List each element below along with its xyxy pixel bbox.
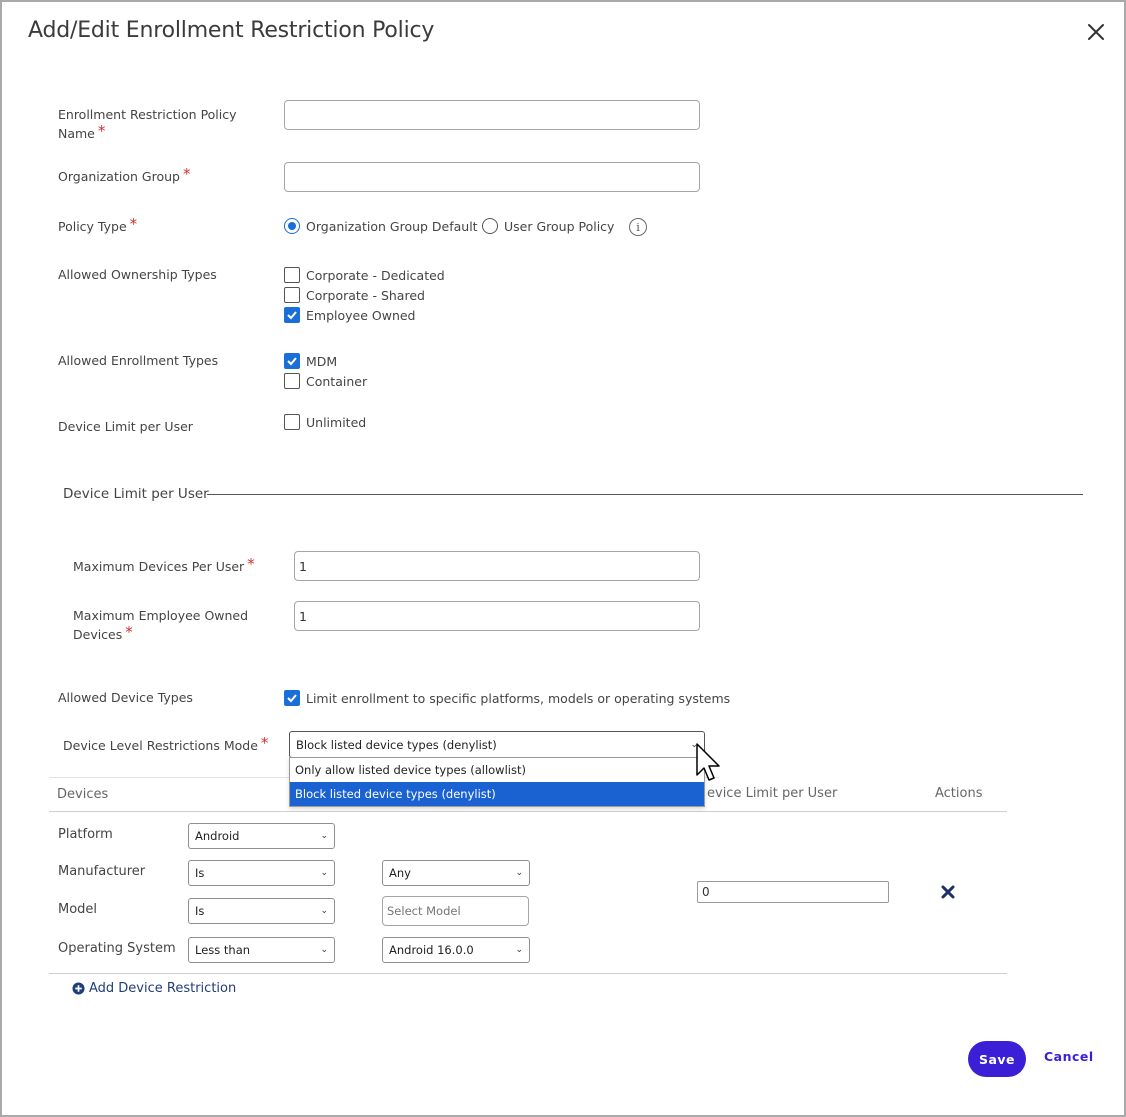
section-divider: [207, 494, 1083, 495]
max-employee-owned-label: Maximum Employee Owned Devices *: [73, 608, 249, 642]
required-mark: *: [129, 215, 138, 233]
restrictions-mode-select[interactable]: Block listed device types (denylist) ⌄: [289, 731, 705, 758]
org-group-label: Organization Group *: [58, 165, 191, 184]
chevron-down-icon: ⌄: [320, 831, 328, 841]
info-icon[interactable]: i: [629, 218, 647, 236]
platform-select[interactable]: Android ⌄: [188, 823, 335, 849]
dropdown-option-denylist[interactable]: Block listed device types (denylist): [290, 782, 704, 806]
save-button[interactable]: Save: [968, 1041, 1026, 1077]
manufacturer-label: Manufacturer: [58, 864, 146, 879]
checkbox[interactable]: [284, 287, 300, 303]
max-devices-label: Maximum Devices Per User *: [73, 555, 255, 574]
manufacturer-value-select[interactable]: Any ⌄: [382, 860, 530, 886]
policy-name-label: Enrollment Restriction Policy Name *: [58, 107, 237, 141]
dialog-title: Add/Edit Enrollment Restriction Policy: [28, 18, 435, 43]
checkbox-checked[interactable]: [284, 353, 300, 369]
chevron-down-icon: ⌄: [320, 945, 328, 955]
delete-row-icon[interactable]: [940, 884, 956, 904]
required-mark: *: [247, 555, 255, 573]
checkbox-checked[interactable]: [284, 690, 300, 706]
cancel-button[interactable]: Cancel: [1044, 1049, 1094, 1064]
platform-label: Platform: [58, 827, 113, 842]
dropdown-option-allowlist[interactable]: Only allow listed device types (allowlis…: [290, 758, 704, 782]
device-limit-label: Device Limit per User: [58, 419, 193, 434]
add-device-restriction-link[interactable]: Add Device Restriction: [72, 981, 236, 996]
header-actions: Actions: [935, 786, 983, 801]
chevron-down-icon: ⌄: [320, 868, 328, 878]
chevron-down-icon: ⌄: [515, 945, 523, 955]
model-label: Model: [58, 902, 98, 917]
manufacturer-operator-select[interactable]: Is ⌄: [188, 860, 335, 886]
policy-dialog: Add/Edit Enrollment Restriction Policy E…: [0, 0, 1126, 1117]
checkbox[interactable]: [284, 414, 300, 430]
policy-type-org-default[interactable]: Organization Group Default: [284, 216, 478, 236]
mouse-cursor-icon: [696, 743, 724, 789]
required-mark: *: [97, 122, 106, 140]
header-devices: Devices: [57, 787, 109, 802]
section-title: Device Limit per User: [63, 486, 209, 502]
max-employee-owned-input[interactable]: [294, 601, 700, 631]
max-devices-input[interactable]: [294, 551, 700, 581]
checkbox-checked[interactable]: [284, 307, 300, 323]
ownership-types-label: Allowed Ownership Types: [58, 267, 217, 282]
ownership-corporate-shared[interactable]: Corporate - Shared: [284, 285, 425, 305]
table-bottom-border: [49, 973, 1007, 974]
os-label: Operating System: [58, 941, 176, 956]
restrictions-mode-label: Device Level Restrictions Mode *: [63, 734, 269, 753]
header-device-limit: evice Limit per User: [707, 786, 838, 801]
close-icon[interactable]: [1084, 20, 1108, 44]
allowed-device-types-label: Allowed Device Types: [58, 690, 193, 705]
required-mark: *: [260, 734, 269, 752]
policy-name-input[interactable]: [284, 100, 700, 130]
chevron-down-icon: ⌄: [515, 868, 523, 878]
os-operator-select[interactable]: Less than ⌄: [188, 937, 335, 963]
required-mark: *: [125, 623, 133, 641]
ownership-corporate-dedicated[interactable]: Corporate - Dedicated: [284, 265, 445, 285]
org-group-input[interactable]: [284, 162, 700, 192]
checkbox[interactable]: [284, 267, 300, 283]
unlimited-option[interactable]: Unlimited: [284, 412, 366, 432]
radio-unselected[interactable]: [482, 218, 498, 234]
os-version-select[interactable]: Android 16.0.0 ⌄: [382, 937, 530, 963]
limit-enrollment-option[interactable]: Limit enrollment to specific platforms, …: [284, 688, 730, 708]
chevron-down-icon: ⌄: [320, 906, 328, 916]
model-operator-select[interactable]: Is ⌄: [188, 898, 335, 924]
required-mark: *: [182, 165, 191, 183]
enrollment-types-label: Allowed Enrollment Types: [58, 353, 219, 368]
plus-circle-icon: [72, 982, 85, 995]
enrollment-mdm[interactable]: MDM: [284, 351, 337, 371]
policy-type-user-group[interactable]: User Group Policy: [482, 216, 614, 236]
radio-selected[interactable]: [284, 218, 300, 234]
policy-type-label: Policy Type *: [58, 215, 138, 234]
restrictions-mode-dropdown: Only allow listed device types (allowlis…: [289, 757, 705, 807]
checkbox[interactable]: [284, 373, 300, 389]
ownership-employee-owned[interactable]: Employee Owned: [284, 305, 416, 325]
enrollment-container[interactable]: Container: [284, 371, 367, 391]
device-limit-input[interactable]: [697, 881, 889, 903]
model-input[interactable]: [382, 896, 529, 926]
table-header-border: [49, 811, 1007, 812]
